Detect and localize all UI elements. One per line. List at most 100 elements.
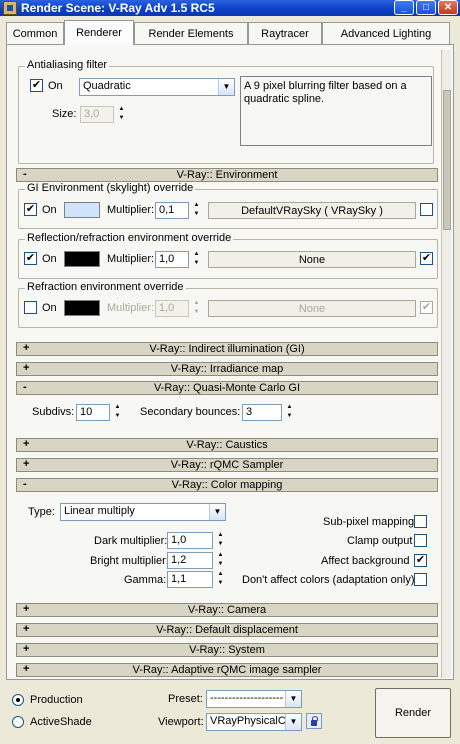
render-button[interactable]: Render [375,688,451,738]
tab-common[interactable]: Common [6,22,64,44]
filter-value: Quadratic [83,80,131,92]
dark-multiplier-spinner[interactable]: ▲ ▼ [216,532,225,549]
tab-renderer[interactable]: Renderer [64,20,134,45]
color-mapping-type-value: Linear multiply [64,505,135,517]
refl-map-checkbox[interactable]: ✔ [420,252,433,265]
environment-rollout-title: V-Ray:: Environment [176,169,278,181]
dont-affect-colors-label: Don't affect colors (adaptation only) [242,574,415,586]
subpixel-mapping-checkbox[interactable] [414,515,427,528]
gi-map-button[interactable]: DefaultVRaySky ( VRaySky ) [208,202,416,219]
gi-env-on-label: On [42,204,57,216]
gi-env-on-checkbox[interactable]: ✔ [24,203,37,216]
antialias-on-checkbox[interactable]: ✔ [30,79,43,92]
adaptive-rqmc-title: V-Ray:: Adaptive rQMC image sampler [132,664,322,676]
subdivs-field[interactable]: 10 [76,404,110,421]
bright-multiplier-field[interactable]: 1,2 [167,552,213,569]
preset-dropdown[interactable]: -------------------- ▼ [206,690,302,708]
gamma-spinner[interactable]: ▲ ▼ [216,571,225,588]
refr-multiplier-spinner[interactable]: ▲ ▼ [192,300,201,317]
tab-advanced-lighting[interactable]: Advanced Lighting [322,22,450,44]
size-spinner[interactable]: ▲ ▼ [117,106,126,123]
refr-map-button[interactable]: None [208,300,416,317]
color-mapping-rollout[interactable]: - V-Ray:: Color mapping [16,478,438,492]
production-label: Production [30,694,83,706]
default-displacement-title: V-Ray:: Default displacement [156,624,298,636]
refl-map-button[interactable]: None [208,251,416,268]
gi-map-checkbox[interactable] [420,203,433,216]
preset-label: Preset: [168,693,203,705]
bright-multiplier-spinner[interactable]: ▲ ▼ [216,552,225,569]
viewport-dropdown[interactable]: VRayPhysicalC ▼ [206,713,302,731]
gi-multiplier-field[interactable]: 0,1 [155,202,189,219]
subdivs-label: Subdivs: [32,406,75,418]
tab-render-elements[interactable]: Render Elements [134,22,248,44]
qmc-gi-rollout[interactable]: - V-Ray:: Quasi-Monte Carlo GI [16,381,438,395]
close-icon[interactable]: ✕ [438,0,458,15]
refl-env-on-checkbox[interactable]: ✔ [24,252,37,265]
clamp-output-checkbox[interactable] [414,534,427,547]
affect-background-checkbox[interactable]: ✔ [414,554,427,567]
gamma-field[interactable]: 1,1 [167,571,213,588]
irradiance-map-rollout[interactable]: + V-Ray:: Irradiance map [16,362,438,376]
rollout-panel: Antialiasing filter ✔ On Quadratic ▼ Siz… [14,50,440,678]
reflection-environment-label: Reflection/refraction environment overri… [25,232,234,244]
chevron-down-icon: ▼ [285,691,301,707]
refl-multiplier-spinner[interactable]: ▲ ▼ [192,251,201,268]
expand-icon: + [23,623,30,635]
camera-rollout[interactable]: + V-Ray:: Camera [16,603,438,617]
production-radio[interactable] [12,694,24,706]
activeshade-radio[interactable] [12,716,24,728]
scrollbar-thumb[interactable] [443,90,451,230]
expand-icon: + [23,342,30,354]
refr-env-color-swatch[interactable] [64,300,100,316]
irradiance-map-title: V-Ray:: Irradiance map [170,363,284,375]
refr-multiplier-field[interactable]: 1,0 [155,300,189,317]
collapse-icon: - [23,168,27,180]
gi-env-color-swatch[interactable] [64,202,100,218]
environment-rollout[interactable]: - V-Ray:: Environment [16,168,438,182]
color-mapping-type-dropdown[interactable]: Linear multiply ▼ [60,503,226,521]
lock-icon[interactable] [306,713,322,729]
preset-value: -------------------- [210,692,284,704]
refr-env-on-checkbox[interactable] [24,301,37,314]
adaptive-rqmc-rollout[interactable]: + V-Ray:: Adaptive rQMC image sampler [16,663,438,677]
size-field[interactable]: 3,0 [80,106,114,123]
secondary-bounces-spinner[interactable]: ▲ ▼ [285,404,294,421]
affect-background-label: Affect background [321,555,410,567]
rqmc-sampler-rollout[interactable]: + V-Ray:: rQMC Sampler [16,458,438,472]
expand-icon: + [23,663,30,675]
refl-multiplier-field[interactable]: 1,0 [155,251,189,268]
expand-icon: + [23,362,30,374]
app-icon [3,1,17,15]
expand-icon: + [23,438,30,450]
chevron-down-icon: ▼ [218,79,234,95]
minimize-icon[interactable]: _ [394,0,414,15]
rqmc-sampler-title: V-Ray:: rQMC Sampler [170,459,284,471]
system-rollout[interactable]: + V-Ray:: System [16,643,438,657]
filter-dropdown[interactable]: Quadratic ▼ [79,78,235,96]
caustics-rollout[interactable]: + V-Ray:: Caustics [16,438,438,452]
secondary-bounces-field[interactable]: 3 [242,404,282,421]
caustics-title: V-Ray:: Caustics [186,439,268,451]
gi-multiplier-spinner[interactable]: ▲ ▼ [192,202,201,219]
indirect-illumination-title: V-Ray:: Indirect illumination (GI) [149,343,305,355]
gamma-label: Gamma: [124,574,167,586]
color-mapping-title: V-Ray:: Color mapping [171,479,283,491]
dont-affect-colors-checkbox[interactable] [414,573,427,586]
refl-env-color-swatch[interactable] [64,251,100,267]
bottom-panel: Production ActiveShade Preset: ---------… [0,684,460,744]
subdivs-spinner[interactable]: ▲ ▼ [113,404,122,421]
viewport-label: Viewport: [158,716,204,728]
indirect-illumination-rollout[interactable]: + V-Ray:: Indirect illumination (GI) [16,342,438,356]
tab-raytracer[interactable]: Raytracer [248,22,322,44]
maximize-icon[interactable]: □ [416,0,436,15]
refraction-environment-label: Refraction environment override [25,281,186,293]
dark-multiplier-field[interactable]: 1,0 [167,532,213,549]
title-bar: Render Scene: V-Ray Adv 1.5 RC5 _ □ ✕ [0,0,460,16]
default-displacement-rollout[interactable]: + V-Ray:: Default displacement [16,623,438,637]
vertical-scrollbar[interactable] [441,50,451,678]
system-title: V-Ray:: System [189,644,265,656]
refr-map-checkbox[interactable]: ✔ [420,301,433,314]
subpixel-mapping-label: Sub-pixel mapping [323,516,415,528]
qmc-gi-title: V-Ray:: Quasi-Monte Carlo GI [153,382,301,394]
